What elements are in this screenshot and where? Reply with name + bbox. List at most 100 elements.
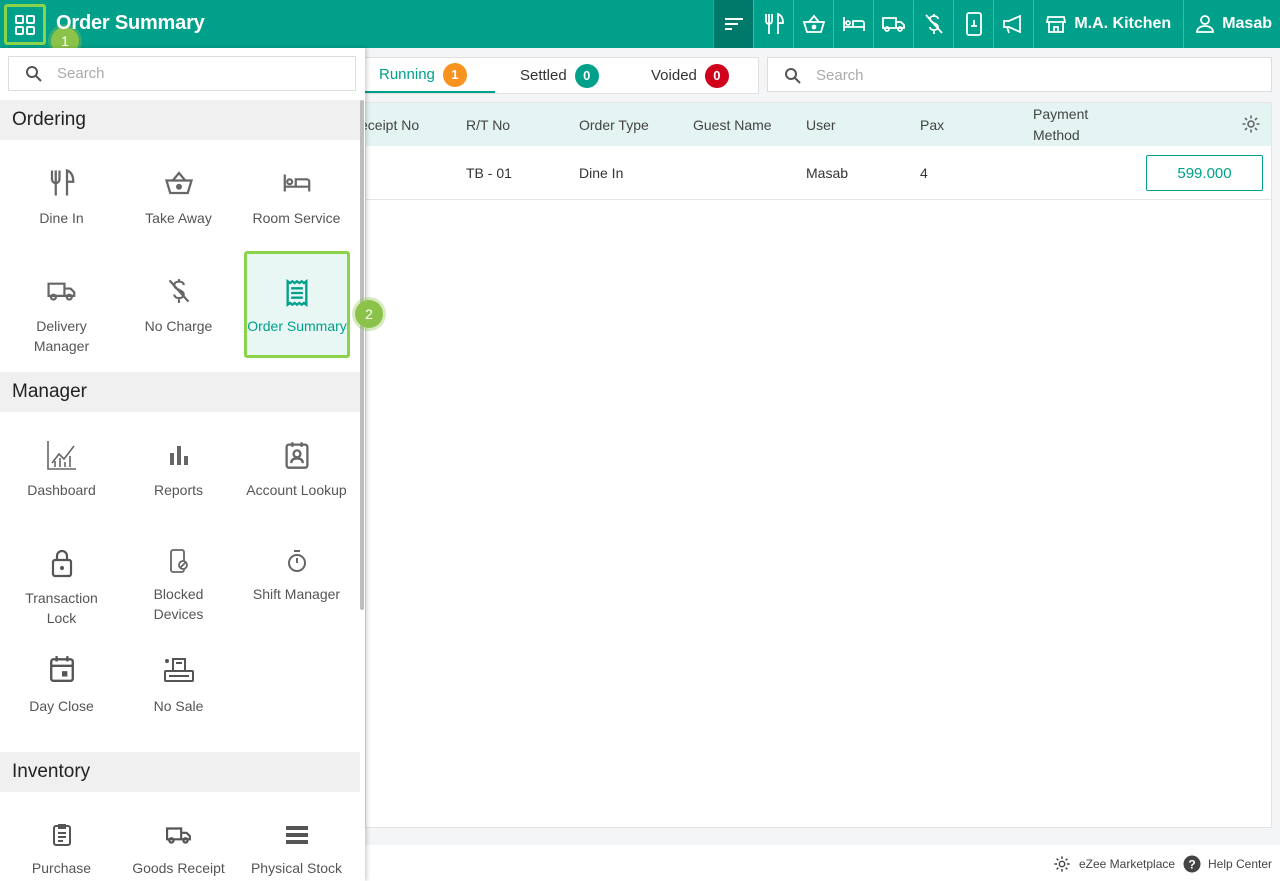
footer: eZee Marketplace ? Help Center (365, 845, 1280, 881)
truck-icon (881, 17, 905, 32)
no-money-icon (168, 279, 189, 303)
menu-item-purchase[interactable]: Purchase (10, 806, 113, 881)
app-menu-button[interactable] (4, 4, 46, 45)
storage-icon (285, 826, 308, 844)
menu-search-placeholder: Search (57, 65, 105, 82)
col-guest-name: Guest Name (693, 117, 772, 133)
menu-item-label: Room Service (252, 210, 341, 226)
receipt-icon (286, 279, 308, 307)
menu-item-reports[interactable]: Reports (127, 424, 230, 527)
col-payment: Payment (1033, 106, 1089, 122)
section-ordering: Ordering (0, 100, 360, 140)
tab-running-label: Running (379, 66, 435, 83)
bed-icon (283, 174, 310, 192)
search-icon (785, 68, 801, 84)
tab-settled[interactable]: Settled 0 (520, 58, 599, 93)
menu-item-room-service[interactable]: Room Service (245, 152, 348, 255)
menu-item-blocked-devices[interactable]: Blocked Devices (127, 532, 230, 635)
table-row[interactable]: TB - 01 Dine In Masab 4 599.000 (366, 147, 1271, 200)
grid-icon (15, 14, 35, 35)
step-2-badge: 2 (355, 300, 383, 328)
marketplace-label: eZee Marketplace (1079, 857, 1176, 871)
table-header: eceipt No R/T No Order Type Guest Name U… (360, 103, 1271, 146)
menu-item-label: Purchase (31, 860, 92, 876)
menu-item-no-sale[interactable]: No Sale (127, 640, 230, 743)
col-order-type: Order Type (579, 117, 649, 133)
search-icon (26, 66, 42, 82)
menu-item-label: Transaction Lock (25, 590, 98, 626)
side-menu: Search Ordering Dine In Take Away Room S… (0, 48, 365, 881)
calendar-icon (49, 656, 74, 683)
menu-item-label: Delivery Manager (33, 318, 90, 354)
menu-item-physical-stock[interactable]: Physical Stock (245, 806, 348, 881)
nav-guest-button[interactable] (953, 0, 993, 48)
menu-item-delivery-manager[interactable]: Delivery Manager (10, 260, 113, 363)
tab-voided-label: Voided (651, 67, 697, 84)
col-user: User (806, 117, 836, 133)
no-money-icon (925, 14, 943, 34)
fork-knife-icon (50, 168, 74, 196)
nav-delivery-button[interactable] (873, 0, 913, 48)
help-center-link[interactable]: ? Help Center (1183, 855, 1272, 873)
section-manager: Manager (0, 372, 360, 412)
nav-announce-button[interactable] (993, 0, 1033, 48)
menu-item-label: Goods Receipt (132, 860, 225, 876)
top-bar: 1 Order Summary M.A. Kitchen Masab (0, 0, 1280, 55)
basket-icon (164, 171, 193, 195)
settled-count-badge: 0 (574, 63, 599, 88)
cell-user: Masab (806, 165, 849, 181)
top-nav: M.A. Kitchen Masab (713, 0, 1280, 48)
menu-item-label: Reports (153, 482, 204, 498)
order-search-input[interactable]: Search (767, 57, 1272, 92)
nav-dine-in-button[interactable] (753, 0, 793, 48)
cell-rt-no: TB - 01 (466, 165, 512, 181)
menu-item-dine-in[interactable]: Dine In (10, 152, 113, 255)
amount-button[interactable]: 599.000 (1146, 155, 1263, 191)
user-menu[interactable]: Masab (1183, 0, 1280, 48)
gear-icon[interactable] (1241, 114, 1261, 134)
nav-room-service-button[interactable] (833, 0, 873, 48)
nav-sort-button[interactable] (713, 0, 754, 48)
menu-item-no-charge[interactable]: No Charge (127, 260, 230, 363)
menu-item-label: No Charge (144, 318, 213, 334)
menu-item-transaction-lock[interactable]: Transaction Lock (10, 532, 113, 635)
user-name: Masab (1222, 15, 1272, 32)
col-pax: Pax (920, 117, 945, 133)
menu-search-input[interactable]: Search (8, 56, 356, 91)
order-status-tabs: Running 1 Settled 0 Voided 0 (365, 57, 759, 94)
col-receipt-no: eceipt No (360, 117, 420, 133)
menu-item-take-away[interactable]: Take Away (127, 152, 230, 255)
bar-chart-icon (169, 446, 188, 465)
mobile-order-icon (965, 12, 982, 36)
menu-item-label: Take Away (145, 210, 212, 226)
basket-icon (802, 14, 826, 33)
marketplace-link[interactable]: eZee Marketplace (1053, 855, 1175, 873)
menu-item-shift-manager[interactable]: Shift Manager (245, 532, 348, 635)
sidebar-scrollbar[interactable] (360, 100, 364, 610)
tab-settled-label: Settled (520, 67, 567, 84)
megaphone-icon (1002, 14, 1021, 34)
section-inventory: Inventory (0, 752, 360, 792)
menu-item-account-lookup[interactable]: Account Lookup (245, 424, 348, 527)
menu-item-day-close[interactable]: Day Close (10, 640, 113, 743)
tab-voided[interactable]: Voided 0 (651, 58, 729, 93)
col-method: Method (1033, 127, 1080, 143)
id-card-icon (284, 442, 309, 469)
chart-icon (46, 441, 76, 470)
menu-item-label: Order Summary (247, 318, 347, 334)
store-selector[interactable]: M.A. Kitchen (1033, 0, 1183, 48)
menu-item-goods-receipt[interactable]: Goods Receipt (127, 806, 230, 881)
menu-item-label: Day Close (29, 698, 94, 714)
menu-item-order-summary[interactable]: Order Summary (244, 251, 350, 358)
tab-running[interactable]: Running 1 (365, 58, 495, 93)
bed-icon (842, 17, 865, 31)
nav-no-charge-button[interactable] (913, 0, 953, 48)
nav-take-away-button[interactable] (793, 0, 833, 48)
menu-item-dashboard[interactable]: Dashboard (10, 424, 113, 527)
blocked-device-icon (169, 549, 188, 573)
svg-text:?: ? (1188, 858, 1195, 872)
help-label: Help Center (1208, 857, 1273, 871)
voided-count-badge: 0 (704, 63, 729, 88)
menu-item-label: Dashboard (27, 482, 96, 498)
gear-icon (1054, 856, 1070, 872)
